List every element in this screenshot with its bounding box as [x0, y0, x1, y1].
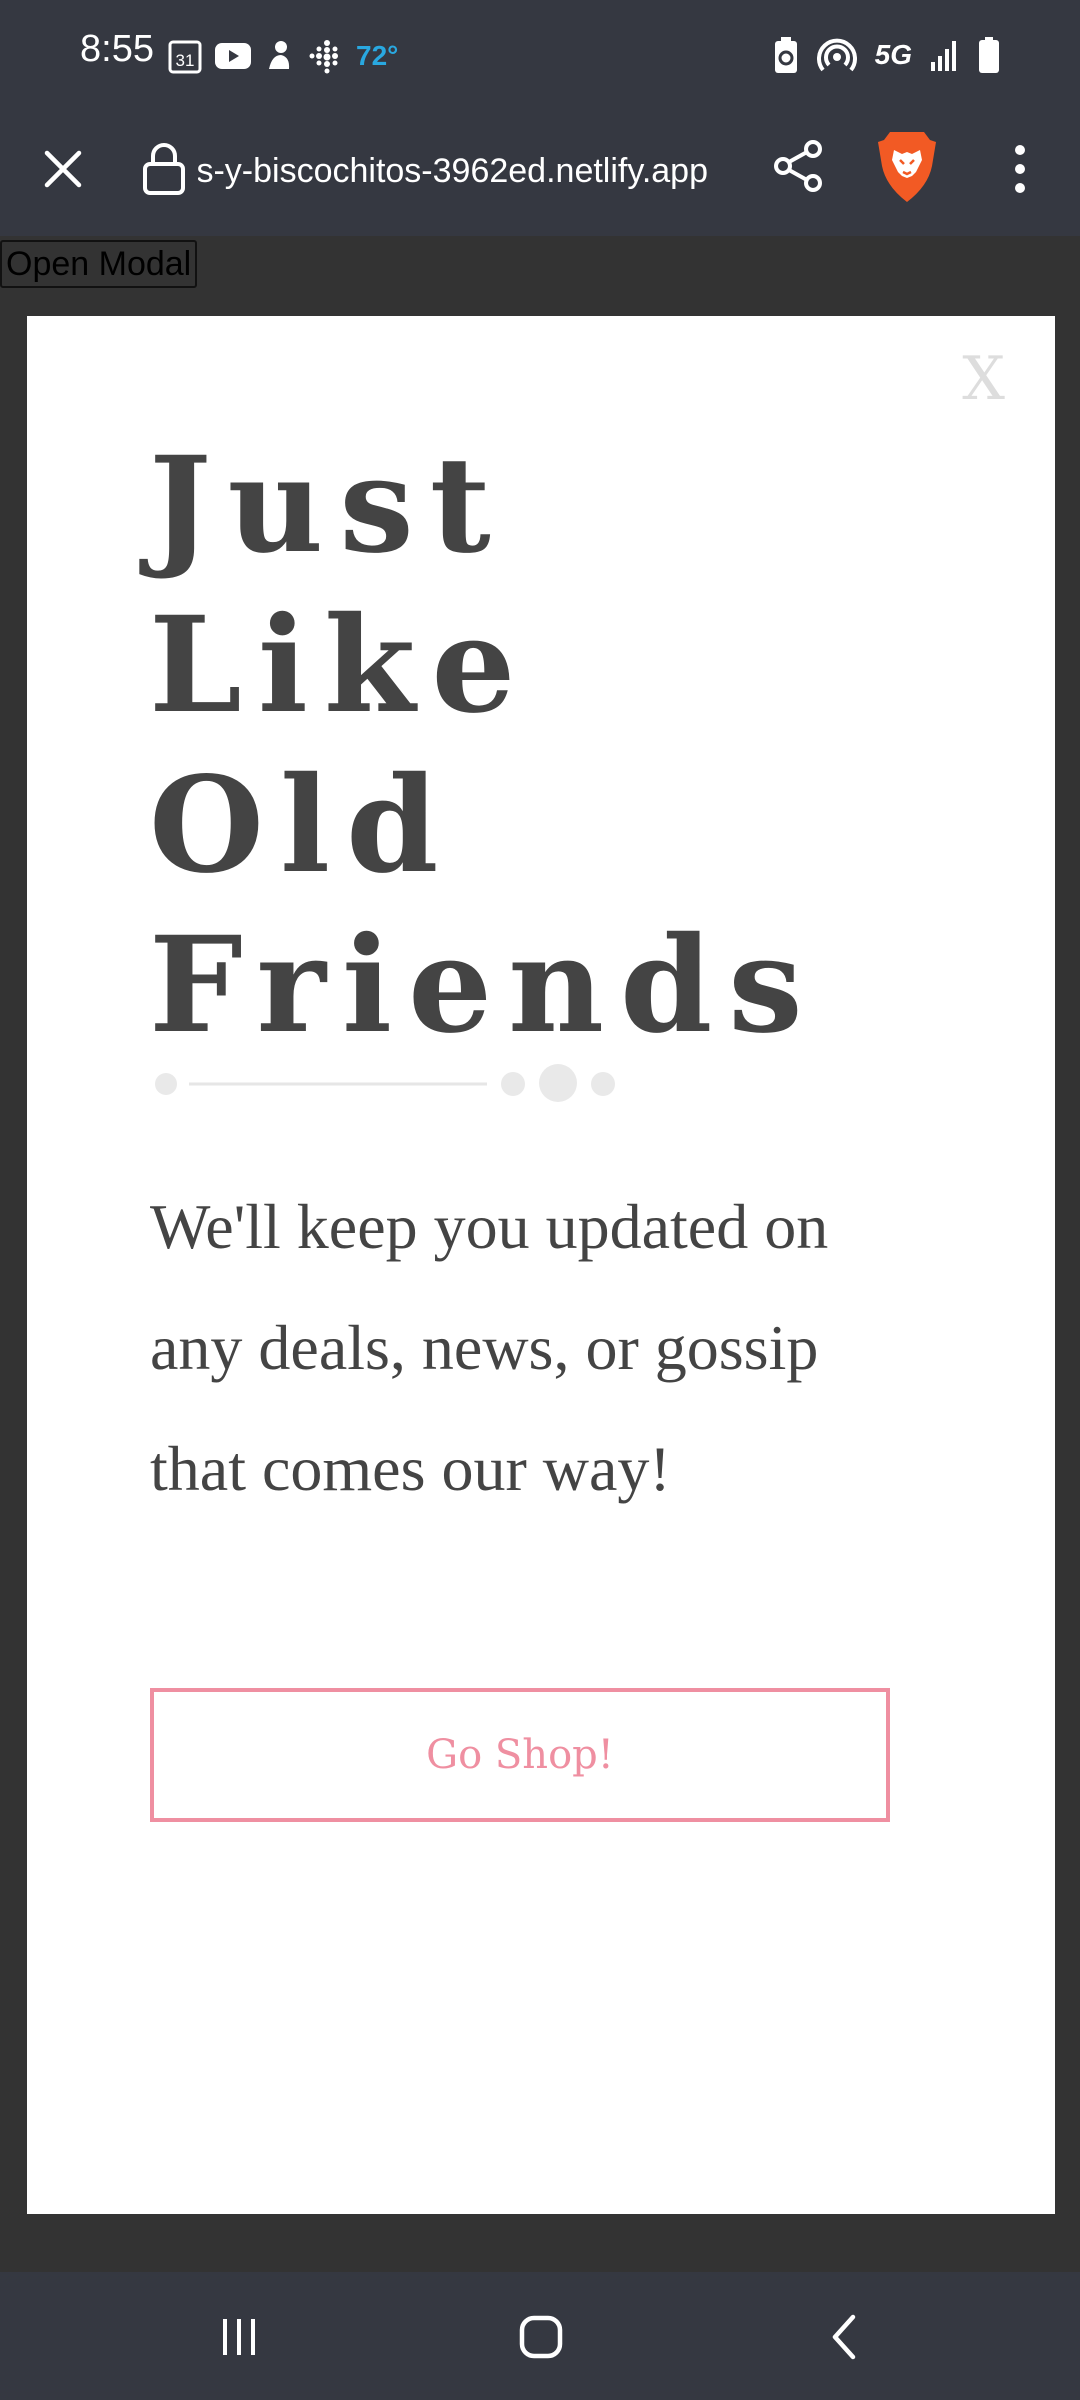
modal-body-text: We'll keep you updated on any deals, new…	[150, 1191, 829, 1504]
back-button[interactable]	[810, 2302, 880, 2372]
share-icon	[774, 140, 822, 192]
clock: 8:55	[80, 28, 154, 70]
brave-lion-icon	[878, 132, 936, 202]
heading-line: Just	[149, 428, 507, 583]
signal-icon	[931, 41, 956, 71]
modal-close-button[interactable]: X	[962, 344, 1005, 414]
calendar-icon: 31	[168, 40, 202, 74]
system-navigation-bar	[0, 2272, 1080, 2400]
modal-heading: Just Like Old Friends	[149, 426, 819, 1066]
svg-text:31: 31	[176, 51, 195, 70]
weather-temperature: 72°	[356, 40, 399, 71]
lock-icon	[143, 143, 185, 195]
decorative-divider	[155, 1064, 615, 1102]
status-bar: 8:55 31 72° 5G	[0, 0, 1080, 110]
close-icon	[44, 150, 82, 188]
hotspot-icon	[816, 38, 857, 72]
url-bar[interactable]: tamales-y-biscochitos-3962ed.netlify.app	[198, 146, 708, 196]
home-icon	[519, 2315, 563, 2359]
heading-line: Friends	[149, 908, 819, 1063]
brave-shields-button[interactable]	[872, 124, 942, 210]
heading-line: Old	[149, 748, 455, 903]
recent-apps-button[interactable]	[204, 2302, 274, 2372]
recent-apps-icon	[223, 2319, 255, 2355]
back-icon	[832, 2314, 856, 2360]
go-shop-button[interactable]: Go Shop!	[150, 1688, 890, 1822]
battery-icon	[979, 37, 999, 73]
url-text: tamales-y-biscochitos-3962ed.netlify.app	[198, 152, 708, 190]
close-tab-button[interactable]	[30, 136, 96, 202]
system-icons: 5G	[773, 34, 1000, 76]
battery-saver-icon	[774, 37, 797, 73]
browser-menu-button[interactable]	[1000, 136, 1040, 202]
web-page: Open Modal X Just Like Old Friends We'll…	[0, 236, 1080, 2272]
network-type: 5G	[874, 39, 912, 70]
heading-line: Like	[149, 588, 532, 743]
fitbit-icon	[309, 40, 338, 74]
app-notification-icon	[269, 41, 290, 69]
youtube-icon	[215, 43, 251, 69]
browser-toolbar: tamales-y-biscochitos-3962ed.netlify.app	[0, 110, 1080, 236]
open-modal-button[interactable]: Open Modal	[0, 240, 198, 288]
home-button[interactable]	[506, 2302, 576, 2372]
share-button[interactable]	[766, 134, 830, 198]
notification-icons: 31 72°	[168, 36, 398, 76]
more-vert-icon	[1015, 145, 1025, 193]
newsletter-modal: X Just Like Old Friends We'll keep you u…	[27, 316, 1055, 2214]
